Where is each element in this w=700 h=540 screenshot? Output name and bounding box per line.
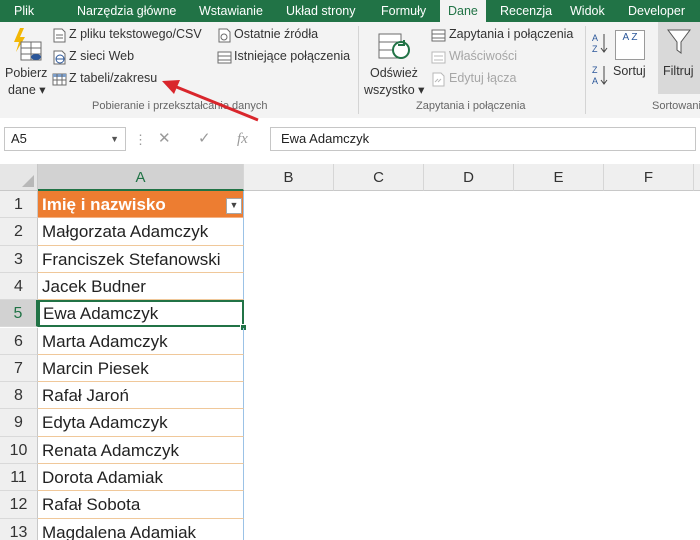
get-data-icon [14,28,42,61]
tab-narzedzia-glowne[interactable]: Narzędzia główne [77,0,176,22]
row-header[interactable]: 2 [0,218,38,246]
table-cell[interactable]: Franciszek Stefanowski [38,245,244,273]
column-header-d[interactable]: D [424,164,514,191]
name-box-dropdown-icon[interactable]: ▼ [110,128,119,150]
table-cell[interactable]: Dorota Adamiak [38,464,244,492]
table-range-icon [52,73,67,86]
enter-formula-button[interactable]: ✓ [198,128,211,150]
worksheet-grid[interactable]: A B C D E F 1 Imię i nazwisko ▼ 2 Małgor… [0,164,700,540]
row-header[interactable]: 6 [0,327,38,355]
table-cell[interactable]: Małgorzata Adamczyk [38,218,244,246]
row-header[interactable]: 12 [0,491,38,519]
table-cell[interactable]: Magdalena Adamiak [38,518,244,540]
text-file-icon [53,28,66,43]
queries-connections-icon [431,29,446,42]
sort-descending-icon[interactable]: Z A [592,64,608,86]
table-cell[interactable]: Renata Adamczyk [38,436,244,464]
from-table-range-button[interactable]: Z tabeli/zakresu [69,71,157,85]
sort-az-icon: A Z [615,30,645,60]
tab-widok[interactable]: Widok [570,0,605,22]
name-box-value: A5 [11,131,27,146]
tab-dane[interactable]: Dane [440,0,486,22]
web-icon [53,50,66,65]
ribbon: Pobierz dane ▾ Z pliku tekstowego/CSV Z … [0,22,700,119]
row-header[interactable]: 13 [0,518,38,540]
properties-button[interactable]: Właściwości [449,49,517,63]
row-header[interactable]: 11 [0,464,38,492]
group-label-get-transform: Pobieranie i przekształcanie danych [92,100,268,112]
formula-bar-grip-icon: ⋮ [134,132,148,147]
group-separator [358,26,359,114]
edit-links-button[interactable]: Edytuj łącza [449,71,516,85]
column-header-g[interactable] [694,164,700,191]
table-cell[interactable]: Marcin Piesek [38,354,244,383]
group-label-sort: Sortowanie [652,100,700,112]
get-data-button[interactable]: Pobierz dane ▾ [2,26,48,98]
from-text-csv-button[interactable]: Z pliku tekstowego/CSV [69,27,202,41]
cancel-formula-button[interactable]: ✕ [158,128,171,150]
table-cell[interactable]: Rafał Jaroń [38,382,244,410]
active-cell[interactable]: Ewa Adamczyk [38,300,244,328]
row-header[interactable]: 5 [0,300,38,328]
filter-label: Filtruj [663,64,694,78]
queries-connections-button[interactable]: Zapytania i połączenia [449,27,573,41]
name-box[interactable]: A5 ▼ [4,127,126,151]
tab-recenzja[interactable]: Recenzja [500,0,552,22]
filter-funnel-icon [667,29,691,54]
row-header[interactable]: 7 [0,354,38,383]
get-data-label: Pobierz [5,66,48,80]
tab-developer[interactable]: Developer [628,0,685,22]
filter-button[interactable]: Filtruj [658,22,700,94]
row-header[interactable]: 4 [0,272,38,301]
recent-sources-icon [218,28,231,43]
tab-uklad-strony[interactable]: Układ strony [286,0,355,22]
ribbon-tab-bar: Plik Narzędzia główne Wstawianie Układ s… [0,0,700,22]
sort-label: Sortuj [613,64,646,78]
formula-bar: A5 ▼ ⋮ ✕ ✓ fx Ewa Adamczyk [0,118,700,160]
table-cell[interactable]: Rafał Sobota [38,491,244,519]
tab-formuly[interactable]: Formuły [381,0,426,22]
table-cell[interactable]: Marta Adamczyk [38,327,244,355]
row-header[interactable]: 10 [0,436,38,464]
formula-input[interactable]: Ewa Adamczyk [270,127,696,151]
svg-text:A: A [592,76,598,86]
table-header-cell[interactable]: Imię i nazwisko [38,191,244,219]
get-data-label-2: dane ▾ [8,83,46,97]
recent-sources-button[interactable]: Ostatnie źródła [234,27,318,41]
svg-text:Z: Z [592,44,598,54]
edit-links-icon [432,72,445,87]
existing-connections-button[interactable]: Istniejące połączenia [234,49,350,63]
refresh-all-label-2: wszystko ▾ [364,83,425,97]
tab-wstawianie[interactable]: Wstawianie [199,0,263,22]
svg-text:A: A [592,33,598,43]
group-separator [585,26,586,114]
column-header-f[interactable]: F [604,164,694,191]
row-header[interactable]: 3 [0,245,38,273]
row-header[interactable]: 8 [0,382,38,410]
column-header-a[interactable]: A [38,164,244,191]
row-header[interactable]: 1 [0,191,38,219]
insert-function-button[interactable]: fx [237,128,248,150]
column-header-b[interactable]: B [244,164,334,191]
table-cell[interactable]: Jacek Budner [38,272,244,301]
sort-button[interactable]: A Z Sortuj [612,26,648,88]
column-header-e[interactable]: E [514,164,604,191]
group-label-queries: Zapytania i połączenia [416,100,526,112]
refresh-icon [378,33,410,59]
row-header[interactable]: 9 [0,409,38,437]
column-header-c[interactable]: C [334,164,424,191]
tab-plik[interactable]: Plik [14,0,34,22]
sort-ascending-icon[interactable]: A Z [592,32,608,54]
existing-connections-icon [217,51,232,64]
table-cell[interactable]: Edyta Adamczyk [38,409,244,437]
from-web-button[interactable]: Z sieci Web [69,49,134,63]
refresh-all-label: Odśwież [370,66,418,80]
select-all-button[interactable] [0,164,38,191]
properties-icon [431,51,446,64]
svg-text:Z: Z [592,65,598,75]
refresh-all-button[interactable]: Odśwież wszystko ▾ [363,26,425,98]
filter-dropdown-icon[interactable]: ▼ [226,198,242,214]
